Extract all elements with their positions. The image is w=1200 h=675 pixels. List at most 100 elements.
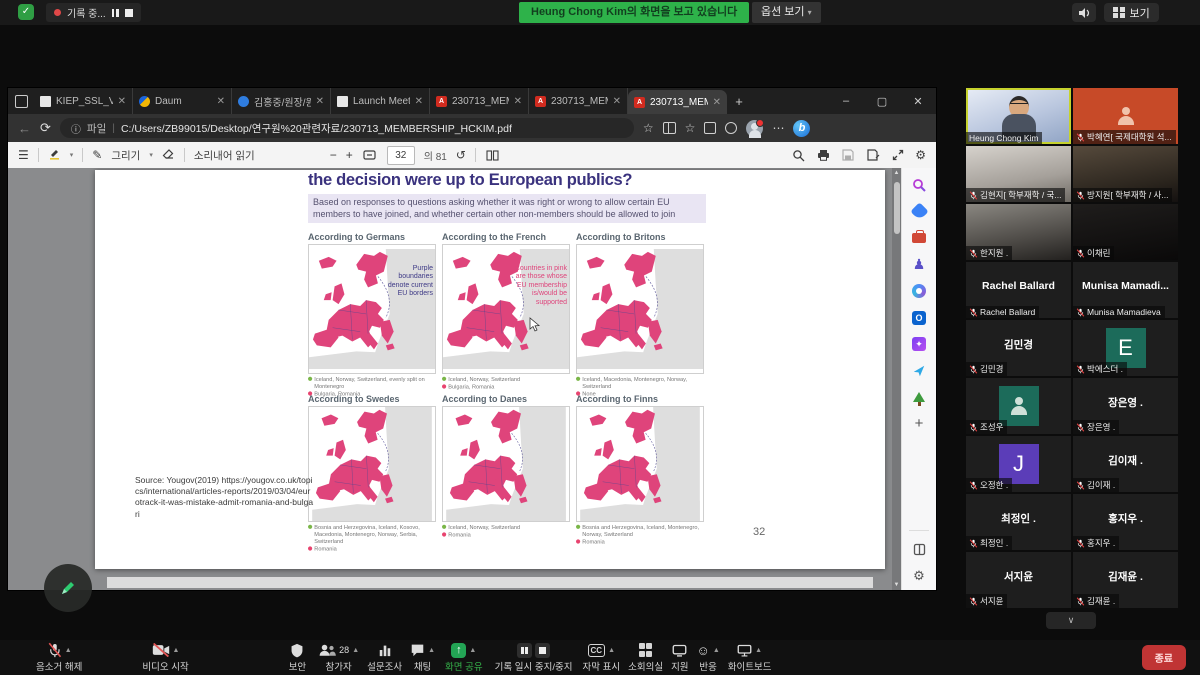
maximize-window-button[interactable]: ▢ <box>864 88 900 114</box>
support-button[interactable]: 지원 <box>671 640 688 675</box>
new-tab-button[interactable]: + <box>727 94 751 109</box>
pdf-settings-gear-icon[interactable]: ⚙ <box>915 148 926 162</box>
edge-tools-icon[interactable] <box>911 230 927 246</box>
edge-tree-icon[interactable] <box>911 389 927 405</box>
view-layout-button[interactable]: 보기 <box>1104 3 1159 22</box>
participant-tile[interactable]: Munisa Mamadi... Munisa Mamadieva <box>1073 262 1178 318</box>
pause-recording-icon[interactable] <box>112 9 119 17</box>
annotate-button[interactable] <box>44 564 92 612</box>
zoom-out-icon[interactable]: − <box>330 148 337 162</box>
refresh-icon[interactable]: ⟳ <box>40 120 51 136</box>
eraser-icon[interactable] <box>162 148 175 163</box>
close-tab-icon[interactable]: ✕ <box>415 96 423 107</box>
browser-essentials-icon[interactable] <box>725 122 737 134</box>
chevron-up-icon[interactable]: ▲ <box>173 647 180 654</box>
close-tab-icon[interactable]: ✕ <box>514 96 522 107</box>
chat-button[interactable]: ▲ 채팅 <box>410 640 435 675</box>
edge-designer-icon[interactable]: ✦ <box>911 336 927 352</box>
favorite-star-icon[interactable]: ☆ <box>643 121 654 135</box>
edge-settings-gear-icon[interactable]: ⚙ <box>911 568 927 584</box>
edge-reading-icon[interactable] <box>911 542 927 558</box>
tab-pdf-1[interactable]: A 230713_MEMB ✕ <box>430 88 529 114</box>
tab-pdf-2[interactable]: A 230713_MEMB ✕ <box>529 88 628 114</box>
participant-tile[interactable]: 방지원[ 학부재학 / 사... <box>1073 146 1178 202</box>
search-document-icon[interactable] <box>790 147 806 163</box>
participant-tile[interactable]: 김민경 김민경 <box>966 320 1071 376</box>
participant-tile[interactable]: 최정인 . 최정인 . <box>966 494 1071 550</box>
print-icon[interactable] <box>815 147 831 163</box>
split-screen-icon[interactable] <box>663 122 676 134</box>
chevron-up-icon[interactable]: ▲ <box>755 647 762 654</box>
chevron-up-icon[interactable]: ▲ <box>65 647 72 654</box>
participant-tile[interactable]: 홍지우 . 홍지우 . <box>1073 494 1178 550</box>
tab-pdf-active[interactable]: A 230713_MEMB ✕ <box>628 90 727 114</box>
close-tab-icon[interactable]: ✕ <box>713 97 721 108</box>
chevron-up-icon[interactable]: ▲ <box>428 647 435 654</box>
tab-kiep[interactable]: KIEP_SSL_VP ✕ <box>34 88 133 114</box>
edge-search-icon[interactable] <box>911 177 927 193</box>
security-button[interactable]: 보안 <box>289 640 306 675</box>
save-as-icon[interactable] <box>865 147 881 163</box>
extensions-icon[interactable] <box>704 122 716 134</box>
end-meeting-button[interactable]: 종료 <box>1142 645 1186 670</box>
close-tab-icon[interactable]: ✕ <box>118 96 126 107</box>
pdf-viewport[interactable]: the decision were up to European publics… <box>8 168 892 590</box>
minimize-window-button[interactable]: – <box>828 88 864 114</box>
edge-copilot-icon[interactable] <box>911 283 927 299</box>
view-options-button[interactable]: 옵션 보기 ▾ <box>752 2 821 23</box>
audio-settings-button[interactable] <box>1072 3 1096 22</box>
page-view-icon[interactable] <box>485 147 501 163</box>
close-window-button[interactable]: ✕ <box>900 88 936 114</box>
chevron-up-icon[interactable]: ▲ <box>713 647 720 654</box>
share-screen-button[interactable]: ↑▲ 화면 공유 <box>445 640 483 675</box>
chevron-up-icon[interactable]: ▲ <box>352 647 359 654</box>
chevron-up-icon[interactable]: ▲ <box>469 647 476 654</box>
close-tab-icon[interactable]: ✕ <box>316 96 324 107</box>
tab-kim[interactable]: 김홍중/원장/원 ✕ <box>232 88 331 114</box>
stop-recording-button[interactable] <box>535 643 550 658</box>
edge-add-icon[interactable]: + <box>911 416 927 432</box>
participant-tile[interactable]: 서지윤 서지윤 <box>966 552 1071 608</box>
participant-tile[interactable]: 한지원 . <box>966 204 1071 260</box>
participant-tile[interactable]: 김현지[ 학부재학 / 국... <box>966 146 1071 202</box>
breakout-rooms-button[interactable]: 소회의실 <box>628 640 663 675</box>
draw-icon[interactable]: ✎ <box>92 148 102 162</box>
stop-recording-icon[interactable] <box>125 9 133 17</box>
edge-outlook-icon[interactable]: O <box>911 310 927 326</box>
fit-page-icon[interactable] <box>362 147 378 163</box>
chevron-up-icon[interactable]: ▲ <box>608 647 615 654</box>
tab-actions-button[interactable] <box>8 88 34 114</box>
participant-tile[interactable]: E 박에스더 . <box>1073 320 1178 376</box>
toc-icon[interactable]: ☰ <box>18 148 29 162</box>
participant-tile[interactable]: 박혜연[ 국제대학원 석... <box>1073 88 1178 144</box>
edge-games-icon[interactable]: ♟ <box>911 257 927 273</box>
draw-label[interactable]: 그리기 <box>111 148 140 163</box>
url-input[interactable]: ⓘ 파일 | C:/Users/ZB99015/Desktop/연구원%20관련… <box>60 118 634 138</box>
highlighter-icon[interactable] <box>48 147 61 163</box>
participant-tile[interactable]: Rachel Ballard Rachel Ballard <box>966 262 1071 318</box>
tab-daum[interactable]: Daum ✕ <box>133 88 232 114</box>
pdf-scrollbar[interactable]: ▲ ▼ <box>892 168 901 590</box>
start-video-button[interactable]: ▲ 비디오 시작 <box>142 640 188 675</box>
zoom-in-icon[interactable]: + <box>346 148 353 162</box>
fullscreen-icon[interactable] <box>890 147 906 163</box>
participant-tile[interactable]: 김재윤 . 김재윤 . <box>1073 552 1178 608</box>
edge-shopping-icon[interactable] <box>911 204 927 220</box>
page-number-input[interactable]: 32 <box>387 146 415 165</box>
profile-avatar[interactable] <box>746 120 763 137</box>
more-menu-icon[interactable]: ⋯ <box>772 121 784 135</box>
gallery-scroll-down-button[interactable]: ∨ <box>1046 612 1096 629</box>
participant-tile[interactable]: 이채린 <box>1073 204 1178 260</box>
participant-tile[interactable]: 장은영 . 장은영 . <box>1073 378 1178 434</box>
whiteboard-button[interactable]: ▲ 화이트보드 <box>728 640 772 675</box>
participant-tile[interactable]: J 오정한 . <box>966 436 1071 492</box>
participant-tile[interactable]: Heung Chong Kim <box>966 88 1071 144</box>
save-icon[interactable] <box>840 147 856 163</box>
edge-messenger-icon[interactable] <box>911 363 927 379</box>
participant-tile[interactable]: 조성우 <box>966 378 1071 434</box>
unmute-button[interactable]: ▲ 음소거 해제 <box>36 640 82 675</box>
recording-controls[interactable]: 기록 일시 중지/중지 <box>495 640 573 675</box>
scrollbar-thumb[interactable] <box>894 182 900 234</box>
tab-launch-meeting[interactable]: Launch Meetin ✕ <box>331 88 430 114</box>
participants-button[interactable]: 28 ▲ 참가자 <box>318 640 359 675</box>
